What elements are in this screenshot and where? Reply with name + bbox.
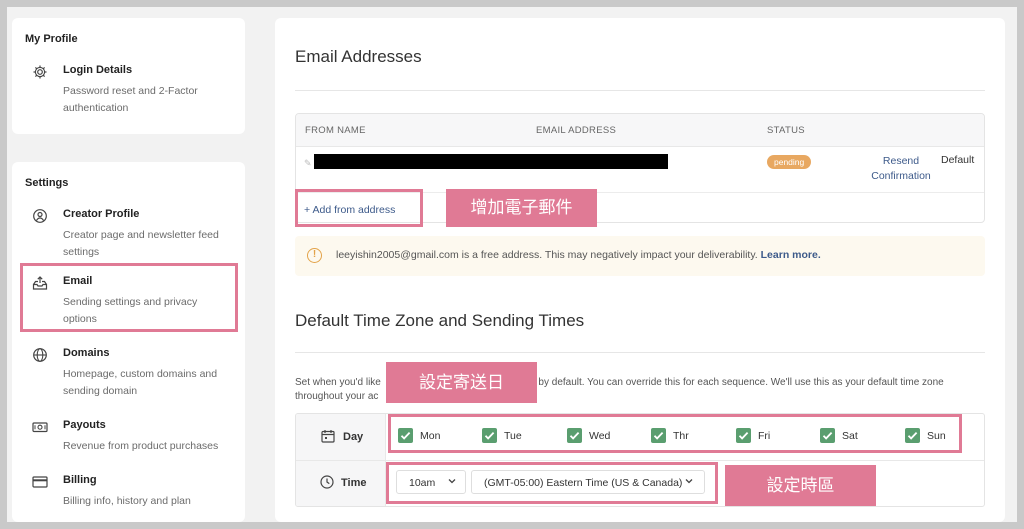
check-icon xyxy=(907,431,918,440)
row-divider xyxy=(296,460,984,461)
chevron-down-icon xyxy=(448,479,456,484)
column-header-email: EMAIL ADDRESS xyxy=(536,125,617,136)
day-label: Mon xyxy=(420,430,441,442)
day-label: Fri xyxy=(758,430,771,442)
description-part-b: t by default. You can override this for … xyxy=(532,377,944,388)
sidebar-item-label: Login Details xyxy=(63,64,133,76)
alert-text: leeyishin2005@gmail.com is a free addres… xyxy=(336,249,758,261)
check-icon xyxy=(569,431,580,440)
sidebar-item-billing[interactable]: Billing Billing info, history and plan xyxy=(32,474,242,514)
settings-card: Settings Creator Profile Creator page an… xyxy=(12,162,245,522)
checkbox-checked[interactable] xyxy=(567,428,582,443)
day-row-label: Day xyxy=(343,431,364,443)
sidebar-item-desc: Revenue from product purchases xyxy=(63,440,219,452)
sidebar-item-desc: Creator page and newsletter feed setting… xyxy=(63,229,219,258)
sidebar-item-label: Payouts xyxy=(63,419,106,431)
time-select[interactable]: 10am xyxy=(396,470,466,494)
day-label: Sun xyxy=(927,430,946,442)
sidebar-item-creator-profile[interactable]: Creator Profile Creator page and newslet… xyxy=(32,208,242,258)
sidebar-item-label: Creator Profile xyxy=(63,208,140,220)
profile-card: My Profile Login Details Password reset … xyxy=(12,18,245,134)
column-header-from-name: FROM NAME xyxy=(305,125,366,136)
user-circle-icon xyxy=(32,208,48,224)
annotation-set-days: 設定寄送日 xyxy=(386,362,537,403)
table-header: FROM NAME EMAIL ADDRESS STATUS xyxy=(296,114,984,147)
sidebar-item-label: Domains xyxy=(63,347,110,359)
sidebar-item-login-details[interactable]: Login Details Password reset and 2-Facto… xyxy=(32,64,242,124)
sidebar-item-domains[interactable]: Domains Homepage, custom domains and sen… xyxy=(32,347,242,397)
clock-icon xyxy=(320,475,334,489)
time-row-label: Time xyxy=(341,477,367,489)
resend-confirmation-link[interactable]: Resend Confirmation xyxy=(856,154,946,184)
credit-card-icon xyxy=(32,474,48,490)
sidebar-item-label: Billing xyxy=(63,474,97,486)
learn-more-link[interactable]: Learn more. xyxy=(761,249,821,261)
deliverability-alert: ! leeyishin2005@gmail.com is a free addr… xyxy=(295,236,985,276)
email-addresses-title: Email Addresses xyxy=(295,47,422,66)
checkbox-checked[interactable] xyxy=(398,428,413,443)
sidebar-item-desc: Sending settings and privacy options xyxy=(63,296,198,325)
day-label: Sat xyxy=(842,430,858,442)
day-label: Thr xyxy=(673,430,689,442)
annotation-add-email: 增加電子郵件 xyxy=(446,189,597,227)
description-part-c: throughout your ac xyxy=(295,391,379,402)
sidebar-item-desc: Billing info, history and plan xyxy=(63,495,191,507)
gear-icon xyxy=(32,64,48,80)
warning-icon: ! xyxy=(307,248,322,263)
day-label: Tue xyxy=(504,430,522,442)
add-from-address-button[interactable]: + Add from address xyxy=(304,204,395,216)
check-icon xyxy=(400,431,411,440)
check-icon xyxy=(653,431,664,440)
chevron-down-icon xyxy=(685,479,693,484)
sidebar-item-email[interactable]: Email Sending settings and privacy optio… xyxy=(32,275,242,325)
checkbox-checked[interactable] xyxy=(820,428,835,443)
checkbox-checked[interactable] xyxy=(736,428,751,443)
timezone-select[interactable]: (GMT-05:00) Eastern Time (US & Canada) xyxy=(471,470,705,494)
checkbox-checked[interactable] xyxy=(651,428,666,443)
annotation-set-timezone: 設定時區 xyxy=(725,465,876,506)
edit-pencil-icon[interactable]: ✎ xyxy=(304,158,312,169)
section-title-settings: Settings xyxy=(25,177,69,189)
sidebar-item-desc: Password reset and 2-Factor authenticati… xyxy=(63,85,198,114)
sidebar-item-label: Email xyxy=(63,275,93,287)
day-label: Wed xyxy=(589,430,611,442)
section-title-profile: My Profile xyxy=(25,33,78,45)
globe-icon xyxy=(32,347,48,363)
checkbox-checked[interactable] xyxy=(482,428,497,443)
check-icon xyxy=(822,431,833,440)
description-part-a: Set when you'd like xyxy=(295,377,381,388)
redacted-email xyxy=(314,154,668,169)
divider xyxy=(295,352,985,353)
divider xyxy=(295,90,985,91)
row-divider xyxy=(296,192,984,193)
status-badge: pending xyxy=(767,155,812,169)
column-header-status: STATUS xyxy=(767,125,805,136)
calendar-icon xyxy=(321,430,335,443)
alert-message: leeyishin2005@gmail.com is a free addres… xyxy=(336,249,821,261)
sidebar-item-desc: Homepage, custom domains and sending dom… xyxy=(63,368,218,397)
email-table: FROM NAME EMAIL ADDRESS STATUS ✎ pending… xyxy=(295,113,985,223)
check-icon xyxy=(738,431,749,440)
time-select-value: 10am xyxy=(409,477,436,489)
sidebar-item-payouts[interactable]: Payouts Revenue from product purchases xyxy=(32,419,242,459)
timezone-select-value: (GMT-05:00) Eastern Time (US & Canada) xyxy=(484,477,683,489)
inbox-upload-icon xyxy=(32,275,48,291)
time-zone-title: Default Time Zone and Sending Times xyxy=(295,311,585,330)
check-icon xyxy=(484,431,495,440)
money-icon xyxy=(32,419,48,435)
checkbox-checked[interactable] xyxy=(905,428,920,443)
default-label: Default xyxy=(941,154,975,166)
